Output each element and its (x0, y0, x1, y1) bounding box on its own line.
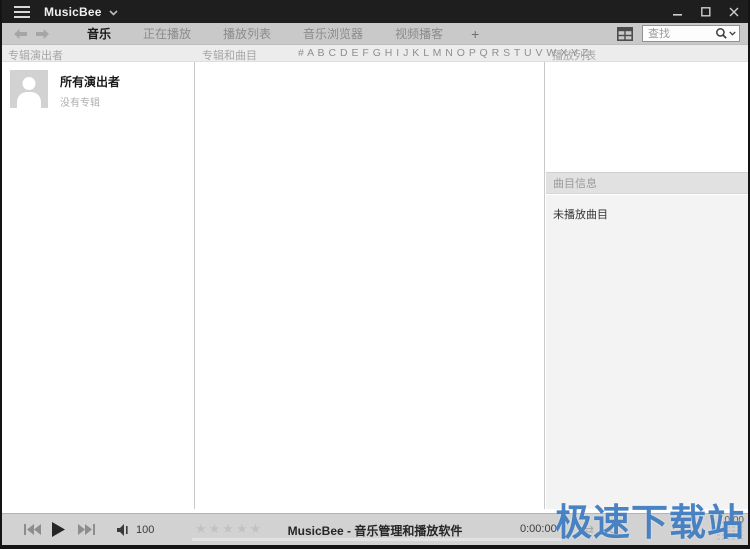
tab-bar: 音乐 正在播放 播放列表 音乐浏览器 视频播客 + (2, 23, 748, 45)
play-button[interactable] (52, 514, 65, 545)
artist-name: 所有演出者 (60, 75, 121, 89)
elapsed-time: 0:00:00 (520, 523, 557, 535)
add-tab-button[interactable]: + (459, 26, 491, 42)
repeat-icon[interactable]: ↻ (608, 523, 618, 537)
track-info-header: 曲目信息 (546, 172, 748, 194)
close-button[interactable] (720, 0, 748, 23)
right-sidebar: 曲目信息 未播放曲目 (546, 62, 748, 509)
musicbee-window: MusicBee 音乐 正在播放 播放列表 音乐浏览器 视频播客 + 查找 专辑… (0, 0, 750, 549)
playlist-queue-area[interactable] (546, 62, 748, 172)
window-controls (664, 0, 748, 23)
shuffle-icon[interactable]: ⇄ (584, 523, 594, 537)
search-box (642, 25, 740, 42)
alphabet-jump-bar[interactable]: # A B C D E F G H I J K L M N O P Q R S … (298, 47, 589, 59)
artist-avatar (10, 70, 48, 108)
tab-music-explorer[interactable]: 音乐浏览器 (287, 23, 379, 45)
app-title: MusicBee (44, 4, 102, 19)
minimize-button[interactable] (664, 0, 692, 23)
search-icon[interactable] (715, 27, 736, 40)
tab-playlists[interactable]: 播放列表 (207, 23, 287, 45)
track-info-body: 未播放曲目 (546, 195, 748, 509)
previous-track-button[interactable] (24, 514, 41, 545)
tabs: 音乐 正在播放 播放列表 音乐浏览器 视频播客 + (71, 23, 491, 45)
chevron-down-icon[interactable] (109, 9, 118, 16)
tab-video-podcast[interactable]: 视频播客 (379, 23, 459, 45)
main-content: 所有演出者 没有专辑 曲目信息 未播放曲目 (2, 62, 748, 509)
tab-music[interactable]: 音乐 (71, 23, 127, 45)
player-bar: 100 ★★★★★ MusicBee - 音乐管理和播放软件 0:00:00 ⇄… (2, 513, 748, 545)
column-headers: 专辑演出者 专辑和曲目 # A B C D E F G H I J K L M … (2, 45, 748, 62)
maximize-button[interactable] (692, 0, 720, 23)
albums-panel-header: 专辑和曲目 (202, 50, 257, 62)
playlist-panel-header: 播放列表 (552, 50, 596, 62)
albums-tracks-panel[interactable] (196, 62, 545, 509)
volume-control[interactable]: 100 (117, 514, 154, 545)
search-input[interactable] (648, 27, 715, 40)
forward-arrow-icon[interactable] (36, 28, 49, 39)
tab-now-playing[interactable]: 正在播放 (127, 23, 207, 45)
volume-value: 100 (136, 523, 155, 536)
main-menu-icon[interactable] (14, 5, 30, 18)
rating-stars[interactable]: ★★★★★ (195, 521, 263, 537)
artist-texts: 所有演出者 没有专辑 (60, 70, 120, 109)
visualizer-icon[interactable] (717, 522, 743, 542)
title-bar: MusicBee (2, 0, 748, 23)
no-track-status: 未播放曲目 (553, 209, 608, 221)
artists-panel: 所有演出者 没有专辑 (2, 62, 195, 509)
back-arrow-icon[interactable] (14, 28, 27, 39)
next-track-button[interactable] (78, 514, 95, 545)
artist-subtitle: 没有专辑 (60, 98, 100, 109)
tabbar-right (617, 25, 740, 42)
panel-layout-icon[interactable] (617, 26, 633, 41)
now-playing-title: MusicBee - 音乐管理和播放软件 (287, 524, 463, 538)
artists-panel-header: 专辑演出者 (8, 50, 63, 62)
seek-bar[interactable] (192, 538, 562, 541)
artist-list-item[interactable]: 所有演出者 没有专辑 (2, 62, 194, 117)
speaker-icon (117, 523, 128, 536)
nav-arrows (14, 28, 49, 39)
playback-mode-icons: ⇄ ↻ (584, 523, 618, 537)
